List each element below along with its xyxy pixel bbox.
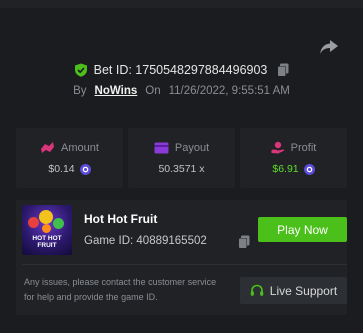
game-thumbnail[interactable]: HOT HOT FRUIT bbox=[22, 205, 72, 255]
stat-profit: Profit $6.91 bbox=[240, 128, 347, 188]
live-support-button[interactable]: Live Support bbox=[240, 277, 347, 304]
username-link[interactable]: NoWins bbox=[95, 85, 138, 97]
payout-card-icon bbox=[154, 142, 169, 153]
copy-bet-id-icon[interactable] bbox=[277, 63, 289, 77]
play-now-button[interactable]: Play Now bbox=[258, 217, 347, 242]
support-notice: Any issues, please contact the customer … bbox=[24, 277, 217, 302]
payout-value: 50.3571 x bbox=[158, 162, 205, 175]
bet-id-row: Bet ID: 1750548297884496903 bbox=[0, 60, 363, 80]
stat-amount: Amount $0.14 bbox=[16, 128, 123, 188]
headset-icon bbox=[250, 284, 263, 296]
amount-label: Amount bbox=[61, 141, 99, 154]
divider bbox=[22, 264, 347, 265]
share-icon[interactable] bbox=[319, 38, 339, 56]
copy-game-id-icon[interactable] bbox=[238, 235, 250, 249]
game-card: HOT HOT FRUIT Hot Hot Fruit Game ID: 408… bbox=[16, 200, 347, 315]
payout-label: Payout bbox=[174, 141, 210, 154]
crypto-coin-icon bbox=[79, 163, 91, 175]
coins-icon bbox=[41, 142, 55, 153]
bet-stats: Amount $0.14 Payout 50.3571 x Profit $6.… bbox=[16, 128, 347, 188]
live-support-label: Live Support bbox=[269, 283, 338, 298]
on-label: On bbox=[145, 85, 161, 97]
amount-value: $0.14 bbox=[48, 163, 75, 175]
profit-value: $6.91 bbox=[272, 163, 299, 175]
stat-payout: Payout 50.3571 x bbox=[128, 128, 235, 188]
profit-hand-icon bbox=[271, 141, 284, 154]
bet-id: Bet ID: 1750548297884496903 bbox=[93, 63, 268, 77]
game-id: Game ID: 40889165502 bbox=[84, 235, 207, 247]
crypto-coin-icon bbox=[303, 163, 315, 175]
bet-author-row: By NoWins On 11/26/2022, 9:55:51 AM bbox=[0, 82, 363, 100]
thumbnail-logo-text: HOT HOT FRUIT bbox=[32, 235, 62, 249]
verified-shield-icon bbox=[74, 63, 87, 77]
profit-label: Profit bbox=[290, 141, 317, 154]
game-title: Hot Hot Fruit bbox=[84, 212, 158, 226]
top-bar bbox=[0, 0, 363, 8]
by-label: By bbox=[73, 85, 87, 97]
bet-date: 11/26/2022, 9:55:51 AM bbox=[168, 85, 290, 97]
